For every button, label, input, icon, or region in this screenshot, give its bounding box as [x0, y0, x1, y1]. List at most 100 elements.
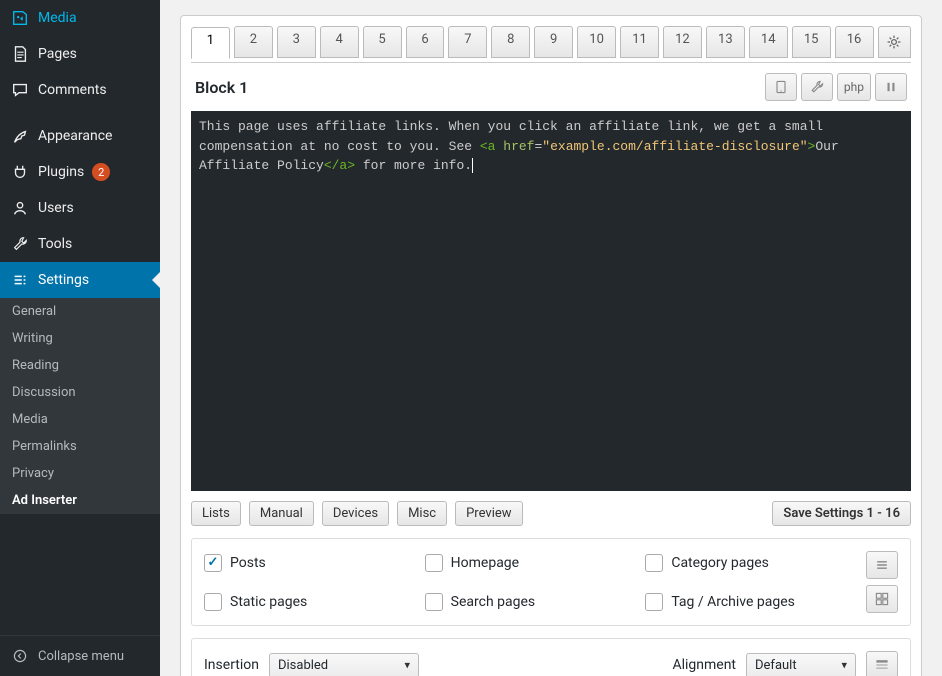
sidebar-item-comments[interactable]: Comments [0, 72, 160, 108]
checkbox-tag-archive-pages[interactable]: Tag / Archive pages [645, 593, 866, 611]
collapse-icon [10, 646, 30, 666]
sidebar-item-plugins[interactable]: Plugins 2 [0, 154, 160, 190]
checkbox-category-pages[interactable]: Category pages [645, 554, 866, 572]
appearance-icon [10, 126, 30, 146]
tab-10[interactable]: 10 [577, 26, 616, 58]
media-icon [10, 8, 30, 28]
pages-icon [10, 44, 30, 64]
block-title: Block 1 [195, 78, 248, 97]
tab-1[interactable]: 1 [191, 27, 230, 59]
checkbox-icon [204, 554, 222, 572]
tab-settings-gear[interactable] [878, 26, 911, 58]
tab-12[interactable]: 12 [663, 26, 702, 58]
sub-item-privacy[interactable]: Privacy [0, 460, 160, 487]
checkbox-posts[interactable]: Posts [204, 554, 425, 572]
checkbox-search-pages[interactable]: Search pages [425, 593, 646, 611]
gear-icon [884, 32, 904, 52]
pause-button[interactable] [875, 73, 907, 101]
insertion-label: Insertion [204, 657, 259, 673]
list-icon [872, 555, 892, 575]
settings-submenu: General Writing Reading Discussion Media… [0, 298, 160, 514]
tab-13[interactable]: 13 [706, 26, 745, 58]
sub-item-ad-inserter[interactable]: Ad Inserter [0, 487, 160, 514]
sidebar-item-label: Tools [38, 236, 72, 252]
sidebar-item-pages[interactable]: Pages [0, 36, 160, 72]
alignment-value: Default [755, 658, 797, 673]
sub-item-writing[interactable]: Writing [0, 325, 160, 352]
tablet-icon [771, 77, 791, 97]
alignment-preview-button[interactable] [866, 651, 898, 676]
tab-3[interactable]: 3 [277, 26, 316, 58]
lists-button[interactable]: Lists [191, 501, 241, 526]
alignment-select[interactable]: Default [746, 653, 856, 676]
code-attr-value: "example.com/affiliate-disclosure" [542, 139, 807, 154]
tab-7[interactable]: 7 [448, 26, 487, 58]
save-settings-button[interactable]: Save Settings 1 - 16 [772, 501, 911, 526]
php-toggle-button[interactable]: php [837, 73, 871, 101]
code-tag-close: </a> [324, 158, 355, 173]
tab-6[interactable]: 6 [406, 26, 445, 58]
checkbox-icon [425, 554, 443, 572]
checkbox-label: Tag / Archive pages [671, 594, 795, 610]
collapse-menu-button[interactable]: Collapse menu [0, 635, 160, 676]
sidebar-item-users[interactable]: Users [0, 190, 160, 226]
list-view-button[interactable] [866, 551, 898, 579]
checkbox-static-pages[interactable]: Static pages [204, 593, 425, 611]
tab-16[interactable]: 16 [835, 26, 874, 58]
tab-2[interactable]: 2 [234, 26, 273, 58]
plugins-update-badge: 2 [92, 163, 110, 181]
checkbox-label: Search pages [451, 594, 535, 610]
settings-panel: 1 2 3 4 5 6 7 8 9 10 11 12 13 14 15 16 B… [180, 15, 922, 676]
device-preview-button[interactable] [765, 73, 797, 101]
tab-9[interactable]: 9 [534, 26, 573, 58]
insertion-box: Insertion Disabled Alignment Default [191, 638, 911, 676]
sidebar-item-settings[interactable]: Settings [0, 262, 160, 298]
grid-view-button[interactable] [866, 585, 898, 613]
checkbox-label: Homepage [451, 555, 519, 571]
insertion-value: Disabled [278, 658, 328, 673]
devices-button[interactable]: Devices [322, 501, 389, 526]
grid-icon [872, 589, 892, 609]
checkbox-icon [204, 593, 222, 611]
preview-button[interactable]: Preview [455, 501, 522, 526]
admin-sidebar: Media Pages Comments Appearance Plugins … [0, 0, 160, 676]
code-editor[interactable]: This page uses affiliate links. When you… [191, 111, 911, 491]
checkbox-icon [645, 554, 663, 572]
sidebar-item-media[interactable]: Media [0, 0, 160, 36]
sub-item-permalinks[interactable]: Permalinks [0, 433, 160, 460]
sidebar-item-tools[interactable]: Tools [0, 226, 160, 262]
sub-item-discussion[interactable]: Discussion [0, 379, 160, 406]
tab-11[interactable]: 11 [620, 26, 659, 58]
insertion-select[interactable]: Disabled [269, 653, 419, 676]
manual-button[interactable]: Manual [249, 501, 314, 526]
tab-5[interactable]: 5 [363, 26, 402, 58]
tools-button[interactable] [801, 73, 833, 101]
sub-item-general[interactable]: General [0, 298, 160, 325]
sub-item-reading[interactable]: Reading [0, 352, 160, 379]
sidebar-item-label: Appearance [38, 128, 112, 144]
collapse-label: Collapse menu [38, 649, 124, 664]
sidebar-item-label: Pages [38, 46, 77, 62]
tab-8[interactable]: 8 [491, 26, 530, 58]
sub-item-media[interactable]: Media [0, 406, 160, 433]
tab-4[interactable]: 4 [320, 26, 359, 58]
checkbox-label: Posts [230, 555, 266, 571]
checkbox-icon [645, 593, 663, 611]
tab-15[interactable]: 15 [792, 26, 831, 58]
block-header: Block 1 php [191, 63, 911, 111]
layout-icon [872, 655, 892, 675]
sidebar-item-label: Comments [38, 82, 107, 98]
checkbox-icon [425, 593, 443, 611]
option-buttons-row: Lists Manual Devices Misc Preview Save S… [191, 491, 911, 526]
pause-icon [881, 77, 901, 97]
settings-icon [10, 270, 30, 290]
sidebar-item-appearance[interactable]: Appearance [0, 118, 160, 154]
wrench-icon [807, 77, 827, 97]
tab-14[interactable]: 14 [749, 26, 788, 58]
misc-button[interactable]: Misc [397, 501, 447, 526]
comments-icon [10, 80, 30, 100]
checkbox-label: Static pages [230, 594, 307, 610]
plugins-icon [10, 162, 30, 182]
checkbox-homepage[interactable]: Homepage [425, 554, 646, 572]
checkbox-label: Category pages [671, 555, 769, 571]
